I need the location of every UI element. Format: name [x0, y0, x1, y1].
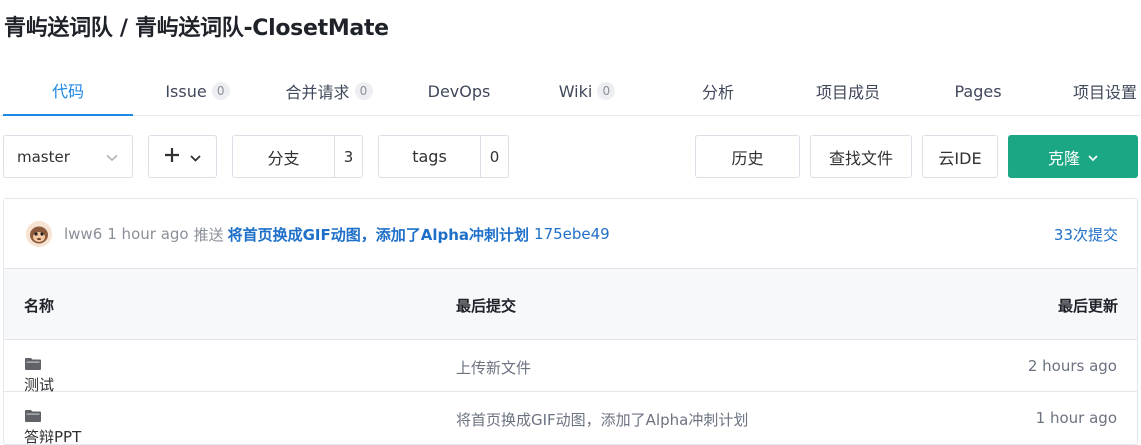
- tab-label: 分析: [701, 83, 734, 102]
- commit-message-link[interactable]: 将首页换成GIF动图，添加了Alpha冲刺计划: [228, 224, 529, 245]
- tab-label: 项目成员: [815, 83, 880, 102]
- file-name: 答辩PPT: [24, 428, 82, 445]
- file-commit-message[interactable]: 将首页换成GIF动图，添加了Alpha冲刺计划: [456, 409, 748, 430]
- merge-count-badge: 0: [354, 82, 373, 100]
- header-last-commit: 最后提交: [456, 297, 517, 315]
- tab-analysis[interactable]: 分析: [668, 66, 768, 116]
- tab-label: 代码: [51, 82, 84, 101]
- commit-action: 推送: [193, 225, 224, 244]
- tab-pages[interactable]: Pages: [928, 66, 1028, 116]
- chevron-down-icon: [190, 147, 201, 166]
- commit-count-link[interactable]: 33次提交: [1054, 221, 1118, 247]
- tab-merge-requests[interactable]: 合并请求 0: [268, 66, 390, 116]
- file-updated-time: 1 hour ago: [1035, 409, 1117, 427]
- tab-label: 项目设置: [1073, 83, 1138, 102]
- branch-select[interactable]: master: [3, 135, 133, 178]
- wiki-count-badge: 0: [597, 82, 616, 100]
- commit-time: 1 hour ago: [107, 225, 189, 243]
- tab-devops[interactable]: DevOps: [405, 66, 513, 116]
- file-commit-message[interactable]: 上传新文件: [456, 357, 531, 378]
- add-menu-button[interactable]: [148, 135, 217, 178]
- tags-button[interactable]: tags 0: [378, 135, 509, 178]
- file-table-header: 名称 最后提交 最后更新: [4, 269, 1137, 340]
- file-name-link[interactable]: 测试: [24, 357, 54, 394]
- tab-label: Pages: [954, 81, 1002, 101]
- file-updated-time: 2 hours ago: [1027, 357, 1117, 375]
- branches-button[interactable]: 分支 3: [232, 135, 363, 178]
- branch-name: master: [17, 147, 70, 166]
- commit-hash-link[interactable]: 175ebe49: [534, 225, 610, 243]
- header-name: 名称: [24, 297, 55, 315]
- repo-tabs: 代码 Issue 0 合并请求 0 DevOps Wiki 0 分析 项目成员 …: [0, 66, 1141, 116]
- avatar[interactable]: [26, 221, 52, 247]
- find-file-button[interactable]: 查找文件: [810, 135, 912, 178]
- tab-members[interactable]: 项目成员: [795, 66, 901, 116]
- tab-label: Wiki: [558, 81, 593, 101]
- file-name-link[interactable]: 答辩PPT: [24, 409, 81, 444]
- tab-label: DevOps: [427, 81, 491, 101]
- chevron-down-icon: [1088, 147, 1098, 166]
- cloud-ide-button[interactable]: 云IDE: [922, 135, 998, 178]
- repo-files-panel: lww6 1 hour ago 推送 将首页换成GIF动图，添加了Alpha冲刺…: [3, 198, 1138, 445]
- tab-label: 合并请求: [285, 83, 350, 102]
- tab-label: Issue: [165, 81, 207, 101]
- last-commit-bar: lww6 1 hour ago 推送 将首页换成GIF动图，添加了Alpha冲刺…: [4, 199, 1137, 269]
- clone-label: 克隆: [1047, 148, 1080, 168]
- chevron-down-icon: [106, 148, 118, 166]
- table-row[interactable]: 答辩PPT 将首页换成GIF动图，添加了Alpha冲刺计划 1 hour ago: [4, 392, 1137, 444]
- folder-icon: [25, 358, 41, 370]
- issue-count-badge: 0: [211, 82, 230, 100]
- tab-settings[interactable]: 项目设置: [1055, 66, 1141, 116]
- tags-count: 0: [480, 136, 508, 177]
- tags-label: tags: [412, 147, 447, 166]
- branches-label: 分支: [267, 148, 300, 168]
- table-row[interactable]: 测试 上传新文件 2 hours ago: [4, 340, 1137, 394]
- repo-title: 青屿送词队 / 青屿送词队-ClosetMate: [4, 16, 389, 41]
- tab-code[interactable]: 代码: [3, 66, 133, 116]
- history-button[interactable]: 历史: [695, 135, 800, 178]
- tab-wiki[interactable]: Wiki 0: [532, 66, 642, 116]
- plus-icon: [164, 147, 180, 167]
- clone-button[interactable]: 克隆: [1008, 135, 1138, 178]
- commit-author[interactable]: lww6: [64, 225, 102, 243]
- branches-count: 3: [334, 136, 362, 177]
- commit-summary: lww6 1 hour ago 推送 将首页换成GIF动图，添加了Alpha冲刺…: [64, 221, 610, 247]
- header-last-update: 最后更新: [1057, 297, 1118, 315]
- folder-icon: [25, 410, 41, 422]
- tab-issue[interactable]: Issue 0: [140, 66, 255, 116]
